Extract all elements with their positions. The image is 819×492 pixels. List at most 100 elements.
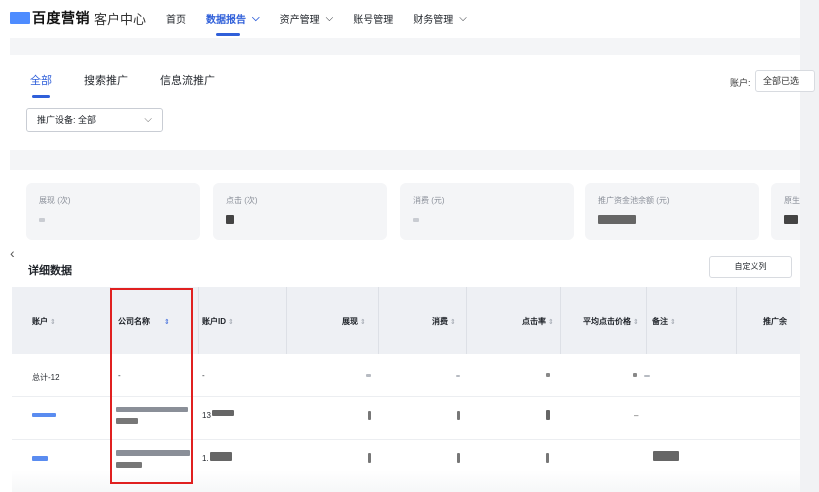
tab-feed-promotion[interactable]: 信息流推广 [160,72,215,98]
column-header-label: 账户 [32,317,48,326]
stat-card-fund-balance: 推广资金池余额 (元) [585,183,759,240]
stat-label: 消费 (元) [413,196,445,205]
nav-item-data-report[interactable]: 数据报告 ⌵ [206,0,260,36]
column-divider [466,287,467,354]
chevron-down-icon: ⌵ [325,12,334,24]
sort-icon[interactable]: ⇕ [228,319,234,326]
page: 百度营销 客户中心 首页 数据报告 ⌵ 资产管理 ⌵ 账号管理 财务管理 ⌵ 全部 搜… [0,0,819,492]
baidu-logo-icon [10,12,30,24]
redacted-value [784,215,798,224]
column-header-notes[interactable]: 备注 ⇕ [652,316,676,327]
column-header-label: 展现 [342,317,358,326]
redacted-value [210,452,232,461]
chevron-down-icon: ⌵ [252,12,260,24]
stat-label: 原生 [784,196,800,205]
tab-search-promotion[interactable]: 搜索推广 [84,72,128,98]
column-divider [286,287,287,354]
redacted-value [457,411,460,420]
redacted-value [598,215,636,224]
stat-card-impressions: 展现 (次) [26,183,200,240]
stat-label: 点击 (次) [226,196,258,205]
stat-label: 展现 (次) [39,196,71,205]
column-divider [378,287,379,354]
column-divider [646,287,647,354]
stat-card-spend: 消费 (元) [400,183,574,240]
nav-item-account-management[interactable]: 账号管理 [353,0,393,36]
column-header-label: 平均点击价格 [583,317,631,326]
redacted-value [546,373,550,377]
sort-icon[interactable]: ⇕ [50,319,56,326]
divider-band [10,150,800,170]
column-header-account-id[interactable]: 账户ID ⇕ [202,316,234,327]
stat-card-native: 原生 [771,183,800,240]
top-nav: 百度营销 客户中心 首页 数据报告 ⌵ 资产管理 ⌵ 账号管理 财务管理 ⌵ [0,0,800,36]
tab-all[interactable]: 全部 [30,72,52,98]
cell-account-id: 13 [202,411,211,420]
column-divider [736,287,737,354]
annotation-highlight-box [110,288,193,484]
nav-item-label: 资产管理 [279,14,320,26]
redacted-value [39,218,45,222]
nav-item-finance-management[interactable]: 财务管理 ⌵ [413,0,467,36]
account-label: 账户: [730,78,751,88]
column-header-label: 消费 [432,317,448,326]
nav-item-home[interactable]: 首页 [166,0,186,36]
sort-icon[interactable]: ⇕ [670,319,676,326]
redacted-value [368,453,371,463]
column-header-spend[interactable]: 消费 ⇕ [432,316,456,327]
redacted-value [226,215,234,224]
device-select-label: 推广设备: 全部 [37,115,97,125]
nav-item-label: 财务管理 [413,14,454,26]
nav-item-label: 数据报告 [206,14,247,26]
column-divider [198,287,199,354]
redacted-account-link[interactable] [32,456,48,461]
cell-account-id: 1. [202,454,209,463]
redacted-value [653,451,679,461]
nav-item-asset-management[interactable]: 资产管理 ⌵ [280,0,334,36]
nav-item-label: 首页 [166,14,187,26]
chevron-down-icon: ⌵ [459,12,467,24]
sort-icon[interactable]: ⇕ [548,319,554,326]
redacted-account-link[interactable] [32,413,56,417]
redacted-value [212,410,234,416]
column-header-label: 推广余 [763,317,787,326]
redacted-value [644,375,650,377]
stat-label: 推广资金池余额 (元) [598,196,670,205]
redacted-value [546,453,549,463]
device-select[interactable]: 推广设备: 全部 ⌵ [26,108,163,132]
column-header-ctr[interactable]: 点击率 ⇕ [522,316,554,327]
custom-columns-button[interactable]: 自定义列 [709,256,792,278]
column-header-avg-cpc[interactable]: 平均点击价格 ⇕ [583,316,639,327]
sort-icon[interactable]: ⇕ [360,319,366,326]
column-header-impressions[interactable]: 展现 ⇕ [342,316,366,327]
redacted-value [546,410,550,420]
sort-icon[interactable]: ⇕ [450,319,456,326]
column-header-account[interactable]: 账户 ⇕ [32,316,56,327]
column-header-balance[interactable]: 推广余 [763,316,787,327]
section-title: 详细数据 [28,265,72,277]
redacted-value [366,374,371,377]
redacted-value [413,218,419,222]
divider-band [10,38,800,55]
column-header-label: 点击率 [522,317,546,326]
cell-account: 总计-12 [32,373,60,382]
redacted-value [456,375,460,377]
column-divider [560,287,561,354]
cell-avg-cpc: – [634,411,639,420]
channel-tabs: 全部 搜索推广 信息流推广 [30,72,247,98]
sort-icon[interactable]: ⇕ [633,319,639,326]
account-select[interactable]: 全部已选 [755,70,815,92]
logo-text: 百度营销 [32,10,90,26]
column-header-label: 备注 [652,317,668,326]
chevron-down-icon: ⌵ [144,114,152,125]
cell-account-id: - [202,371,205,380]
nav-items: 首页 数据报告 ⌵ 资产管理 ⌵ 账号管理 财务管理 ⌵ [166,0,487,36]
stat-card-clicks: 点击 (次) [213,183,387,240]
redacted-value [633,373,637,377]
nav-item-label: 账号管理 [353,14,394,26]
redacted-value [368,411,371,420]
redacted-value [457,453,460,463]
logo-subtitle: 客户中心 [94,11,147,27]
column-header-label: 账户ID [202,317,226,326]
chevron-left-icon[interactable]: ‹ [10,245,15,261]
